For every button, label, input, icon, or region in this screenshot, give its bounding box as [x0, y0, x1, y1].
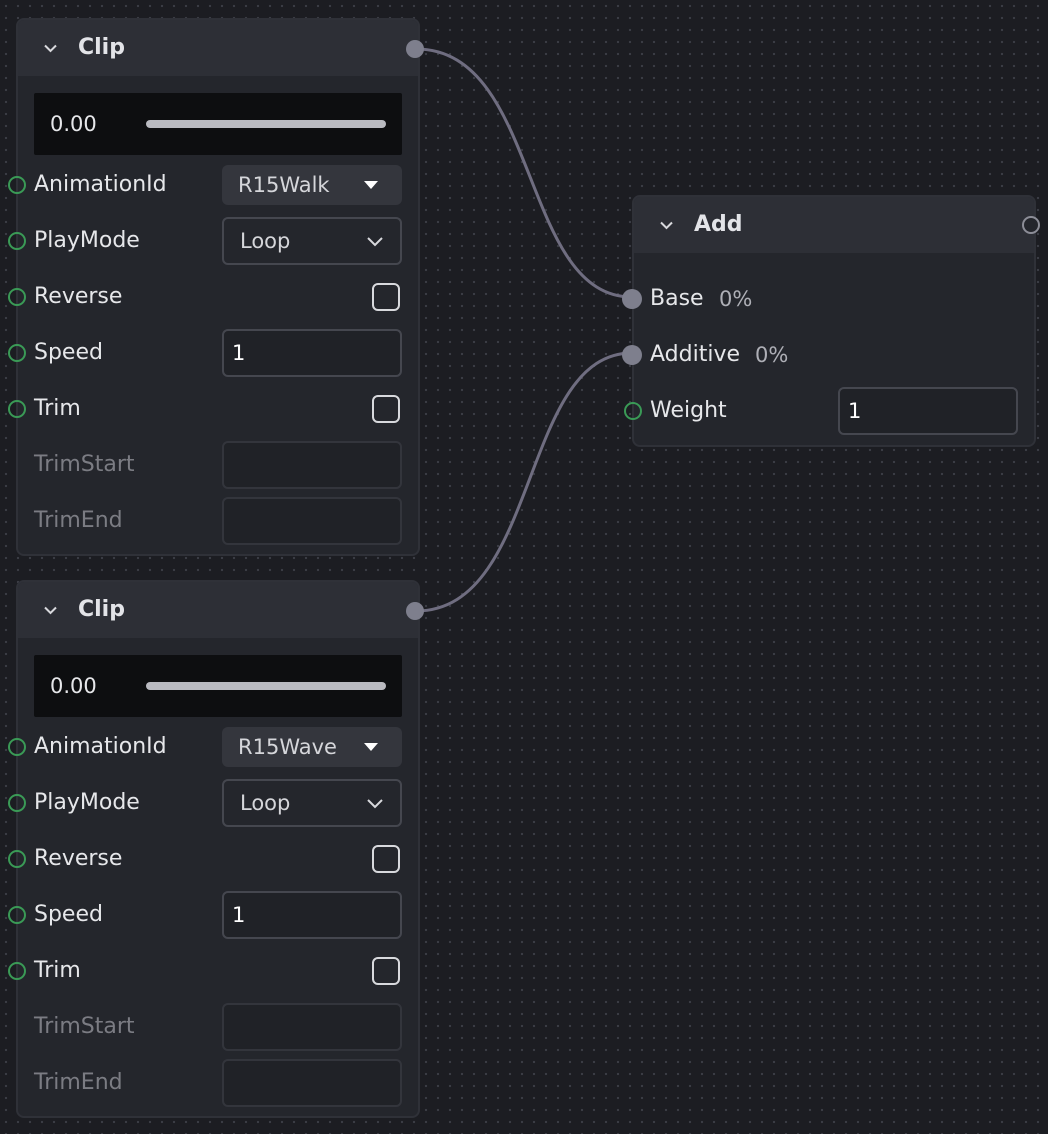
triangle-down-icon	[364, 181, 378, 189]
input-value: 1	[232, 903, 246, 927]
play-mode-dropdown[interactable]: Loop	[222, 217, 402, 265]
chevron-down-icon	[367, 237, 383, 247]
wire-clip1-to-base	[415, 47, 633, 299]
property-label: PlayMode	[34, 228, 140, 253]
property-row-trim-end: TrimEnd	[18, 493, 418, 549]
property-row-speed: Speed 1	[8, 887, 418, 943]
property-row-weight: Weight 1	[624, 383, 1034, 439]
property-label: Trim	[34, 958, 81, 983]
trim-start-input	[222, 441, 402, 489]
clip-node[interactable]: Clip 0.00 AnimationId R15Wave PlayMode L…	[8, 580, 420, 1118]
input-port[interactable]	[8, 962, 26, 980]
input-port[interactable]	[624, 402, 642, 420]
preview-progress-track[interactable]	[146, 120, 386, 128]
base-weight-percent: 0%	[719, 287, 753, 311]
weight-input[interactable]: 1	[838, 387, 1018, 435]
input-value: 1	[232, 341, 246, 365]
chevron-down-icon[interactable]	[44, 42, 57, 55]
property-row-speed: Speed 1	[8, 325, 418, 381]
property-label: Reverse	[34, 846, 123, 871]
preview-progress-track[interactable]	[146, 682, 386, 690]
node-header[interactable]: Clip	[18, 582, 418, 638]
property-row-additive: Additive 0%	[622, 327, 1034, 383]
input-port[interactable]	[8, 176, 26, 194]
add-node[interactable]: Add Base 0% Additive 0% Weight 1	[622, 195, 1036, 447]
dropdown-value: Loop	[240, 229, 291, 253]
trim-checkbox[interactable]	[372, 395, 400, 423]
output-port[interactable]	[406, 40, 424, 58]
property-row-base: Base 0%	[622, 271, 1034, 327]
input-port[interactable]	[8, 232, 26, 250]
property-row-reverse: Reverse	[8, 269, 418, 325]
dropdown-value: Loop	[240, 791, 291, 815]
speed-input[interactable]: 1	[222, 891, 402, 939]
property-label: TrimEnd	[34, 1070, 123, 1095]
input-port[interactable]	[8, 850, 26, 868]
speed-input[interactable]: 1	[222, 329, 402, 377]
animation-preview[interactable]: 0.00	[34, 655, 402, 717]
property-row-animation-id: AnimationId R15Walk	[8, 157, 418, 213]
property-label: Speed	[34, 902, 103, 927]
property-label: TrimEnd	[34, 508, 123, 533]
property-label: AnimationId	[34, 734, 167, 759]
property-label: TrimStart	[34, 452, 135, 477]
property-row-play-mode: PlayMode Loop	[8, 213, 418, 269]
node-title: Clip	[78, 597, 125, 622]
triangle-down-icon	[364, 743, 378, 751]
chevron-down-icon[interactable]	[660, 219, 673, 232]
property-row-trim: Trim	[8, 381, 418, 437]
reverse-checkbox[interactable]	[372, 283, 400, 311]
node-title: Add	[694, 212, 743, 237]
input-port[interactable]	[8, 344, 26, 362]
input-port[interactable]	[8, 288, 26, 306]
dropdown-value: R15Walk	[238, 173, 330, 197]
preview-time: 0.00	[50, 674, 97, 698]
property-row-animation-id: AnimationId R15Wave	[8, 719, 418, 775]
input-port[interactable]	[8, 400, 26, 418]
trim-start-input	[222, 1003, 402, 1051]
property-label: PlayMode	[34, 790, 140, 815]
reverse-checkbox[interactable]	[372, 845, 400, 873]
dropdown-value: R15Wave	[238, 735, 337, 759]
chevron-down-icon	[367, 799, 383, 809]
property-label: Additive	[650, 342, 740, 367]
input-port[interactable]	[8, 906, 26, 924]
trim-end-input	[222, 1059, 402, 1107]
node-title: Clip	[78, 35, 125, 60]
animation-preview[interactable]: 0.00	[34, 93, 402, 155]
trim-checkbox[interactable]	[372, 957, 400, 985]
property-row-trim-start: TrimStart	[18, 999, 418, 1055]
property-row-trim-end: TrimEnd	[18, 1055, 418, 1111]
clip-node[interactable]: Clip 0.00 AnimationId R15Walk PlayMode L…	[8, 18, 420, 556]
property-row-trim: Trim	[8, 943, 418, 999]
input-value: 1	[848, 399, 862, 423]
node-header[interactable]: Add	[634, 197, 1034, 253]
preview-time: 0.00	[50, 112, 97, 136]
property-row-reverse: Reverse	[8, 831, 418, 887]
animation-id-dropdown[interactable]: R15Walk	[222, 165, 402, 205]
property-label: Base	[650, 286, 704, 311]
chevron-down-icon[interactable]	[44, 604, 57, 617]
input-port-connected[interactable]	[622, 289, 642, 309]
animation-id-dropdown[interactable]: R15Wave	[222, 727, 402, 767]
property-label: Reverse	[34, 284, 123, 309]
output-port[interactable]	[1022, 216, 1040, 234]
property-row-trim-start: TrimStart	[18, 437, 418, 493]
wire-clip2-to-additive	[415, 351, 633, 613]
property-label: Trim	[34, 396, 81, 421]
input-port[interactable]	[8, 794, 26, 812]
property-label: AnimationId	[34, 172, 167, 197]
trim-end-input	[222, 497, 402, 545]
property-label: TrimStart	[34, 1014, 135, 1039]
node-header[interactable]: Clip	[18, 20, 418, 76]
input-port[interactable]	[8, 738, 26, 756]
output-port[interactable]	[406, 602, 424, 620]
play-mode-dropdown[interactable]: Loop	[222, 779, 402, 827]
additive-weight-percent: 0%	[755, 343, 789, 367]
property-label: Speed	[34, 340, 103, 365]
property-label: Weight	[650, 398, 727, 423]
property-row-play-mode: PlayMode Loop	[8, 775, 418, 831]
input-port-connected[interactable]	[622, 345, 642, 365]
